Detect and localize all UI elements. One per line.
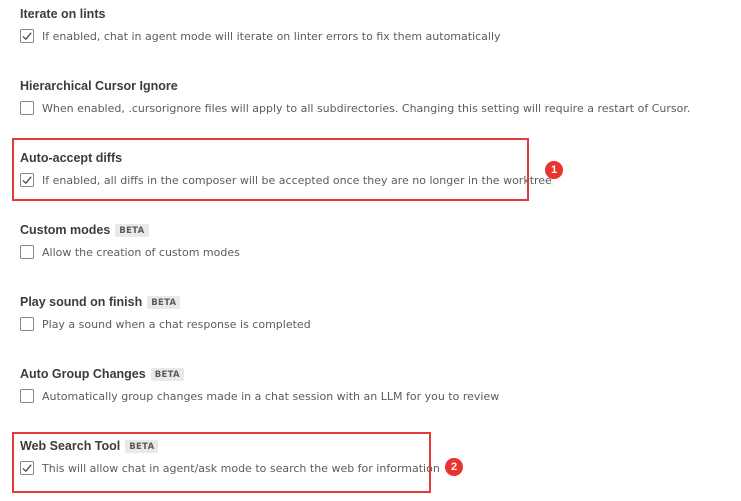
- setting-description: If enabled, chat in agent mode will iter…: [42, 29, 501, 43]
- annotation-marker-2: 2: [445, 458, 463, 476]
- highlight-box-web-search-tool: [12, 432, 431, 493]
- setting-title: Custom modes: [20, 223, 111, 237]
- checkmark-icon: [22, 32, 32, 41]
- setting-play-sound-on-finish: Play sound on finish BETA Play a sound w…: [20, 293, 311, 331]
- annotation-marker-1: 1: [545, 161, 563, 179]
- custom-modes-checkbox[interactable]: [20, 245, 34, 259]
- play-sound-on-finish-checkbox[interactable]: [20, 317, 34, 331]
- beta-badge: BETA: [147, 295, 181, 309]
- beta-badge: BETA: [115, 223, 149, 237]
- setting-title: Hierarchical Cursor Ignore: [20, 79, 178, 93]
- setting-description: Automatically group changes made in a ch…: [42, 389, 500, 403]
- setting-description: When enabled, .cursorignore files will a…: [42, 101, 691, 115]
- setting-description: Play a sound when a chat response is com…: [42, 317, 311, 331]
- auto-group-changes-checkbox[interactable]: [20, 389, 34, 403]
- setting-auto-group-changes: Auto Group Changes BETA Automatically gr…: [20, 365, 499, 403]
- highlight-box-auto-accept-diffs: [12, 138, 529, 201]
- iterate-on-lints-checkbox[interactable]: [20, 29, 34, 43]
- setting-title: Play sound on finish: [20, 295, 143, 309]
- setting-description: Allow the creation of custom modes: [42, 245, 240, 259]
- setting-hierarchical-cursor-ignore: Hierarchical Cursor Ignore When enabled,…: [20, 77, 690, 115]
- setting-title: Auto Group Changes: [20, 367, 146, 381]
- setting-title: Iterate on lints: [20, 7, 106, 21]
- setting-iterate-on-lints: Iterate on lints If enabled, chat in age…: [20, 5, 501, 43]
- beta-badge: BETA: [150, 367, 184, 381]
- setting-custom-modes: Custom modes BETA Allow the creation of …: [20, 221, 240, 259]
- hierarchical-cursor-ignore-checkbox[interactable]: [20, 101, 34, 115]
